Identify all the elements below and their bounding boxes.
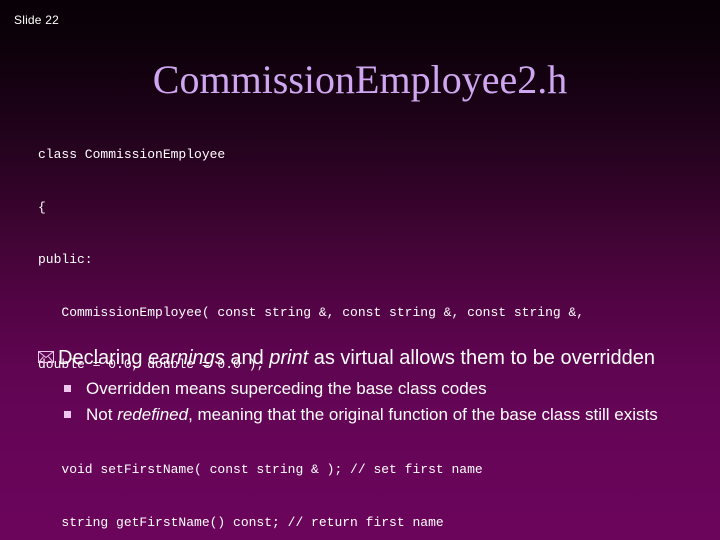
code-line: void setFirstName( const string & ); // … bbox=[38, 462, 483, 477]
code-line: { bbox=[38, 199, 46, 215]
code-line: class CommissionEmployee bbox=[38, 147, 226, 162]
bullet-sub-text: Not redefined, meaning that the original… bbox=[86, 403, 698, 426]
bullet-text-segment: , meaning that the original function of … bbox=[188, 405, 658, 424]
bullet-italic-earnings: earnings bbox=[148, 347, 225, 369]
bullet-sub-text: Overridden means superceding the base cl… bbox=[86, 377, 698, 400]
bullet-italic-print: print bbox=[269, 347, 309, 369]
bullet-main-text: Declaring earnings and print as virtual … bbox=[58, 345, 698, 371]
envelope-icon bbox=[38, 345, 58, 371]
sub-bullet-list: Overridden means superceding the base cl… bbox=[38, 377, 698, 426]
bullet-text-segment: as virtual allows them to be overridden bbox=[308, 347, 655, 369]
slide-title: CommissionEmployee2.h bbox=[152, 57, 568, 102]
code-line: CommissionEmployee( const string &, cons… bbox=[38, 304, 585, 320]
code-line: public: bbox=[38, 252, 93, 267]
code-listing: class CommissionEmployee { public: Commi… bbox=[38, 111, 698, 540]
bullet-list: Declaring earnings and print as virtual … bbox=[38, 345, 698, 429]
presentation-slide: Slide 22 CommissionEmployee2.h class Com… bbox=[0, 0, 720, 540]
bullet-text-segment: Declaring bbox=[58, 347, 149, 369]
bullet-item-sub-1: Overridden means superceding the base cl… bbox=[64, 377, 698, 400]
bullet-item-main: Declaring earnings and print as virtual … bbox=[38, 345, 698, 371]
square-bullet-icon bbox=[64, 403, 86, 426]
bullet-item-sub-2: Not redefined, meaning that the original… bbox=[64, 403, 698, 426]
bullet-text-segment: and bbox=[224, 347, 270, 369]
square-bullet-icon bbox=[64, 377, 86, 400]
code-line: string getFirstName() const; // return f… bbox=[38, 514, 444, 530]
bullet-text-segment: Not bbox=[86, 405, 118, 424]
bullet-italic-redefined: redefined bbox=[117, 405, 189, 424]
bullet-text-segment: Overridden means superceding the base cl… bbox=[86, 379, 487, 398]
slide-number-label: Slide 22 bbox=[14, 13, 59, 27]
